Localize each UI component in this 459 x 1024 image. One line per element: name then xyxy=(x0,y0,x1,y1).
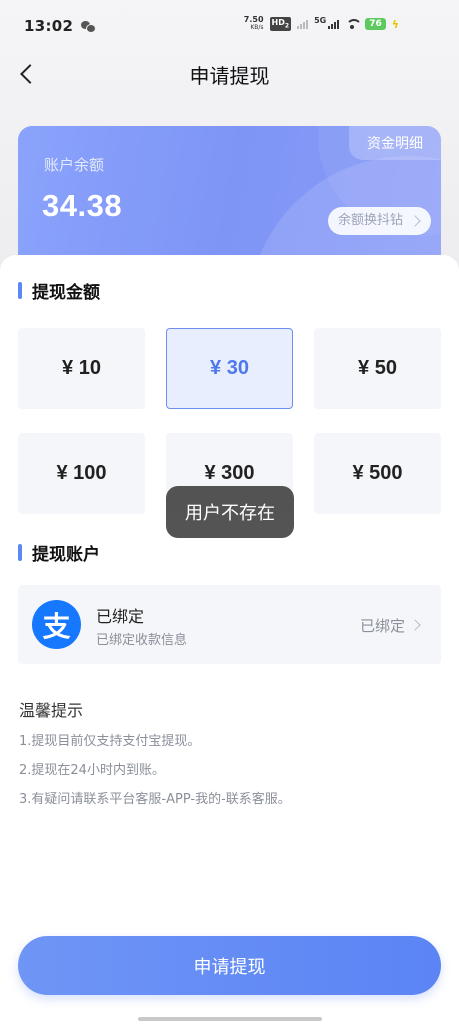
tip-item: 2.提现在24小时内到账。 xyxy=(19,763,165,778)
net-speed-unit: KB/s xyxy=(250,24,264,31)
network-type-label: 5G xyxy=(314,16,327,25)
amount-option-50[interactable]: ¥ 50 xyxy=(314,328,441,409)
fund-detail-button[interactable]: 资金明细 xyxy=(349,126,441,160)
account-subtitle: 已绑定收款信息 xyxy=(96,633,188,648)
amount-option-100[interactable]: ¥ 100 xyxy=(18,433,145,514)
net-speed-value: 7.50 xyxy=(243,15,264,24)
tip-item: 3.有疑问请联系平台客服-APP-我的-联系客服。 xyxy=(19,792,291,807)
amount-section-header: 提现金额 xyxy=(18,278,100,303)
net-speed: 7.50 KB/s xyxy=(244,16,264,32)
hd-sub: 2 xyxy=(284,22,290,30)
battery-icon: 76 xyxy=(365,18,386,30)
amount-option-500[interactable]: ¥ 500 xyxy=(314,433,441,514)
amount-section-title: 提现金额 xyxy=(32,283,100,303)
exchange-label: 余额换抖钻 xyxy=(337,213,403,228)
charging-icon: ϟ xyxy=(391,17,399,31)
alipay-icon: 支 xyxy=(32,600,81,649)
balance-card: 资金明细 账户余额 34.38 余额换抖钻 xyxy=(18,126,441,276)
status-time: 13:02 xyxy=(24,17,74,35)
main-sheet: 提现金额 ¥ 10 ¥ 30 ¥ 50 ¥ 100 ¥ 300 ¥ 500 提现… xyxy=(0,255,459,1024)
wifi-icon xyxy=(345,19,363,29)
account-status: 已绑定 xyxy=(359,617,405,635)
amount-option-30[interactable]: ¥ 30 xyxy=(166,328,293,409)
status-icons: 7.50 KB/s HD2 5G 76 ϟ xyxy=(244,16,399,32)
account-section-title: 提现账户 xyxy=(32,545,100,565)
tips-title: 温馨提示 xyxy=(19,701,84,720)
section-accent-bar xyxy=(18,282,22,299)
section-accent-bar xyxy=(18,544,22,561)
nav-bar: 申请提现 xyxy=(0,52,459,96)
toast-message: 用户不存在 xyxy=(166,486,294,538)
page-title: 申请提现 xyxy=(189,64,270,88)
tips-list: 1.提现目前仅支持支付宝提现。 2.提现在24小时内到账。 3.有疑问请联系平台… xyxy=(19,733,291,820)
submit-withdraw-button[interactable]: 申请提现 xyxy=(18,936,441,995)
chevron-right-icon xyxy=(409,215,421,227)
chevron-right-icon xyxy=(409,619,421,631)
amount-option-10[interactable]: ¥ 10 xyxy=(18,328,145,409)
wechat-icon xyxy=(81,20,97,33)
balance-label: 账户余额 xyxy=(44,156,105,174)
account-section-header: 提现账户 xyxy=(18,540,100,565)
signal-icon-sim1 xyxy=(297,19,309,29)
withdraw-account-row[interactable]: 支 已绑定 已绑定收款信息 已绑定 xyxy=(18,585,441,664)
hd-label: HD xyxy=(271,18,285,28)
account-title: 已绑定 xyxy=(96,607,145,626)
exchange-balance-button[interactable]: 余额换抖钻 xyxy=(327,207,431,235)
status-bar: 13:02 7.50 KB/s HD2 5G 76 ϟ xyxy=(0,0,459,52)
balance-value: 34.38 xyxy=(42,188,123,223)
tip-item: 1.提现目前仅支持支付宝提现。 xyxy=(19,734,201,749)
home-indicator xyxy=(138,1017,322,1021)
signal-icon-sim2 xyxy=(328,19,340,29)
hd-icon: HD2 xyxy=(269,17,292,31)
